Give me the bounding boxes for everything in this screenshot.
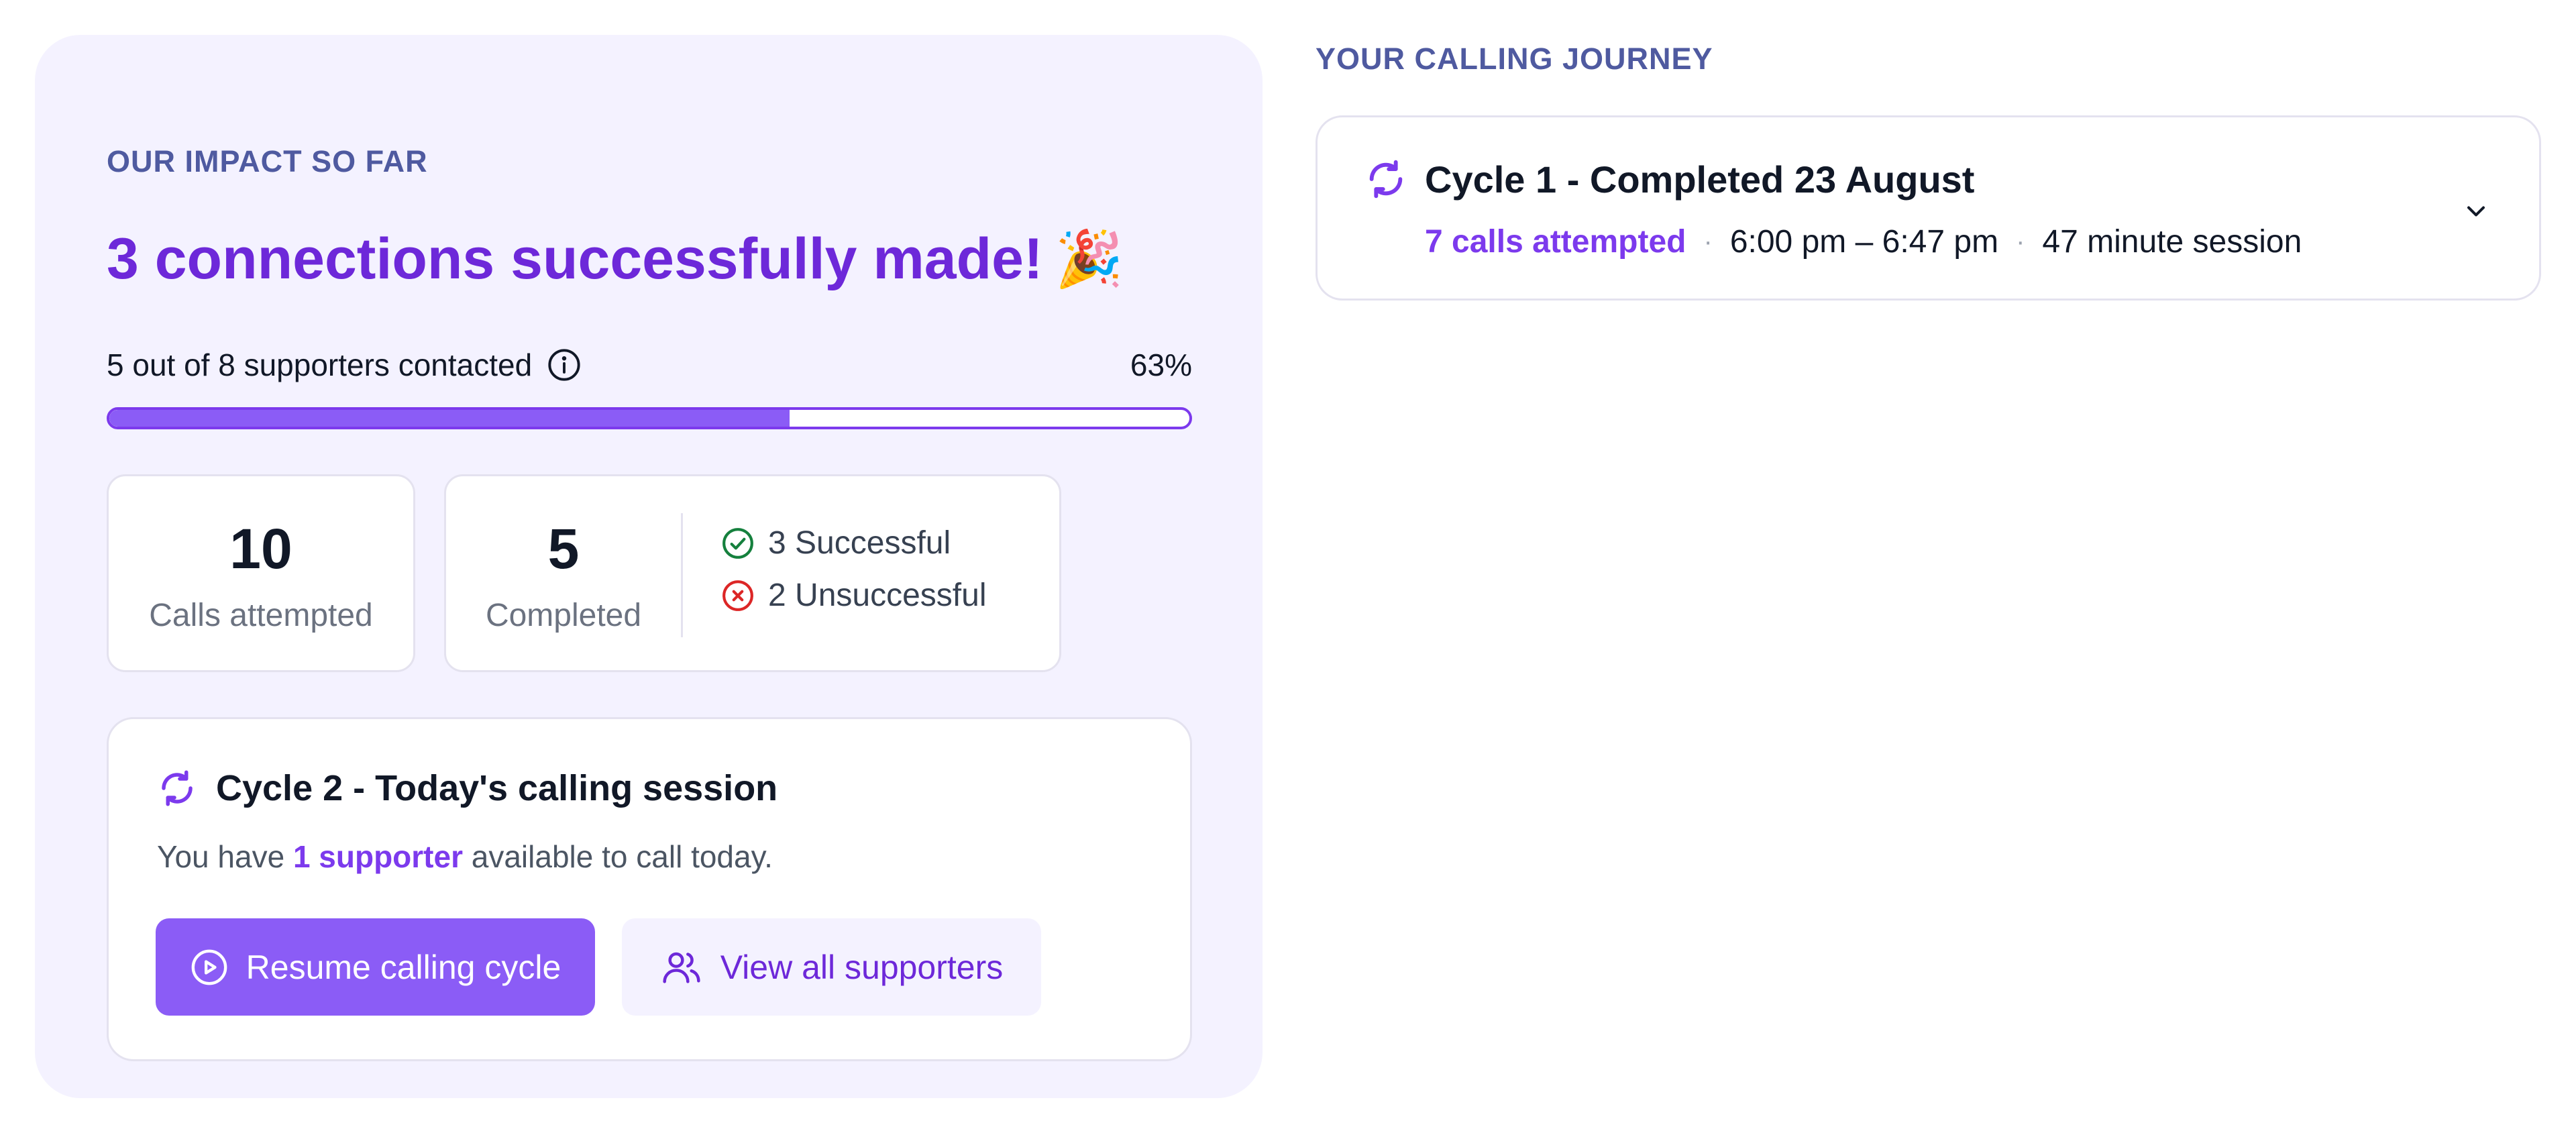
progress-label-group: 5 out of 8 supporters contacted	[107, 347, 582, 383]
unsuccessful-outcome: 2 Unsuccessful	[721, 577, 986, 614]
session-text-after: available to call today.	[462, 839, 773, 874]
progress-bar	[107, 407, 1192, 429]
meta-separator: ·	[1703, 227, 1713, 256]
impact-headline: 3 connections successfully made! 🎉	[107, 226, 1124, 292]
progress-bar-fill	[109, 410, 790, 427]
session-title-row: Cycle 2 - Today's calling session	[157, 767, 777, 809]
refresh-icon	[157, 768, 197, 808]
progress-percent: 63%	[1130, 347, 1192, 382]
party-popper-icon: 🎉	[1055, 228, 1124, 290]
successful-outcome: 3 Successful	[721, 525, 951, 561]
todays-session-card: Cycle 2 - Today's calling session You ha…	[107, 717, 1192, 1061]
completed-caption: Completed	[485, 598, 642, 633]
completed-card: 5 Completed 3 Successful 2 Unsuccessful	[444, 474, 1061, 672]
cycle-meta: 7 calls attempted · 6:00 pm – 6:47 pm · …	[1425, 223, 2302, 260]
calls-attempted-caption: Calls attempted	[149, 598, 373, 633]
impact-panel: OUR IMPACT SO FAR 3 connections successf…	[35, 35, 1263, 1098]
headline-text: 3 connections successfully made!	[107, 227, 1043, 291]
calls-attempted-card: 10 Calls attempted	[107, 474, 415, 672]
page: OUR IMPACT SO FAR 3 connections successf…	[0, 0, 2576, 1133]
cycle-title: Cycle 1 - Completed 23 August	[1425, 158, 1975, 201]
stat-divider	[681, 513, 683, 637]
cycle-1-card[interactable]: Cycle 1 - Completed 23 August 7 calls at…	[1316, 115, 2541, 301]
check-circle-icon	[721, 527, 755, 560]
cycle-time-range: 6:00 pm – 6:47 pm	[1729, 224, 1999, 260]
view-all-supporters-button[interactable]: View all supporters	[622, 918, 1041, 1016]
calls-attempted-value: 10	[229, 517, 292, 580]
impact-eyebrow: OUR IMPACT SO FAR	[107, 144, 428, 178]
resume-calling-cycle-button[interactable]: Resume calling cycle	[156, 918, 595, 1016]
cycle-duration: 47 minute session	[2042, 224, 2302, 260]
cycle-calls-attempted: 7 calls attempted	[1425, 224, 1686, 260]
supporter-count-highlight: 1 supporter	[292, 839, 463, 874]
progress-row: 5 out of 8 supporters contacted 63%	[107, 347, 1192, 383]
x-circle-icon	[721, 579, 755, 612]
session-title: Cycle 2 - Today's calling session	[216, 768, 778, 808]
info-icon[interactable]	[547, 347, 582, 382]
meta-separator: ·	[2016, 227, 2025, 256]
journey-eyebrow: YOUR CALLING JOURNEY	[1316, 42, 1713, 76]
progress-label: 5 out of 8 supporters contacted	[107, 347, 533, 382]
successful-text: 3 Successful	[768, 525, 951, 561]
session-availability-text: You have 1 supporter available to call t…	[157, 839, 773, 875]
resume-label: Resume calling cycle	[246, 948, 561, 986]
refresh-icon	[1364, 158, 1407, 201]
unsuccessful-text: 2 Unsuccessful	[768, 578, 987, 613]
view-supporters-label: View all supporters	[720, 948, 1004, 986]
chevron-down-icon[interactable]	[2461, 197, 2491, 226]
completed-value: 5	[547, 517, 580, 580]
play-circle-icon	[190, 948, 229, 987]
session-text-before: You have	[157, 839, 293, 874]
users-icon	[660, 946, 703, 989]
